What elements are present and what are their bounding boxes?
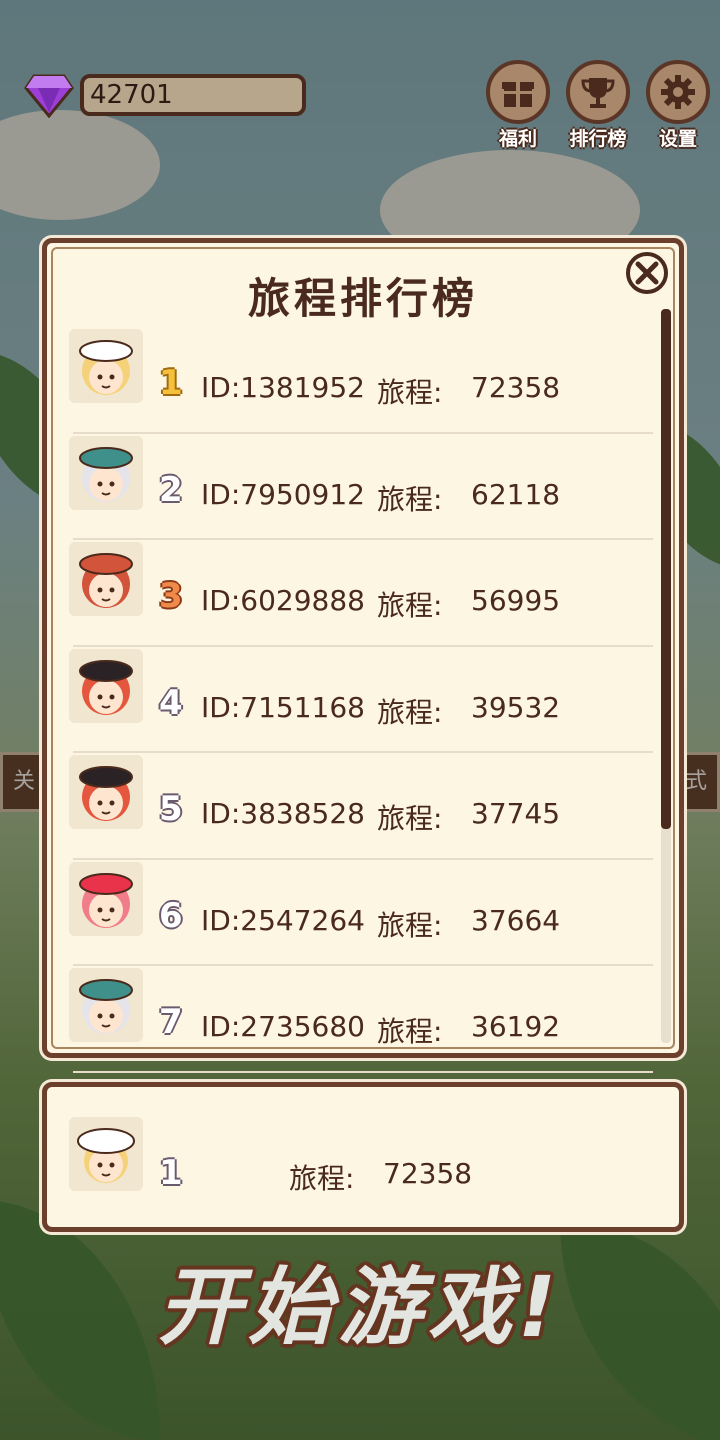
leaderboard-row[interactable]: 1 ID:1381952 旅程: 72358 <box>47 327 667 434</box>
rank-number: 2 <box>159 469 183 510</box>
leaderboard-label: 排行榜 <box>569 128 627 150</box>
player-avatar <box>69 755 143 829</box>
gear-icon <box>661 75 695 109</box>
distance-value: 37664 <box>471 903 561 937</box>
distance-label: 旅程: <box>377 802 443 835</box>
rank-number: 5 <box>159 789 183 829</box>
distance-label: 旅程: <box>377 589 443 622</box>
row-divider <box>73 1070 653 1073</box>
my-distance-value: 72358 <box>383 1157 473 1190</box>
start-game-button[interactable]: 开始游戏! <box>0 1240 720 1361</box>
player-avatar <box>69 968 143 1042</box>
welfare-button[interactable]: 福利 <box>486 60 550 151</box>
player-id: ID:3838528 <box>201 797 365 830</box>
my-avatar <box>69 1117 143 1191</box>
distance-value: 39532 <box>471 690 561 724</box>
player-id: ID:1381952 <box>201 371 365 404</box>
leaderboard-button[interactable]: 排行榜 <box>566 60 630 151</box>
player-avatar <box>69 542 143 616</box>
leaderboard-row[interactable]: 5 ID:3838528 旅程: 37745 <box>47 753 667 860</box>
distance-value: 36192 <box>471 1010 561 1043</box>
distance-label: 旅程: <box>377 376 443 409</box>
panel-title: 旅程排行榜 <box>247 274 478 323</box>
player-id: ID:2547264 <box>201 903 365 937</box>
distance-value: 62118 <box>471 477 561 511</box>
leaderboard-row[interactable]: 2 ID:7950912 旅程: 62118 <box>47 434 667 540</box>
player-id: ID:7151168 <box>201 690 365 724</box>
distance-label: 旅程: <box>377 908 443 942</box>
distance-value: 72358 <box>471 371 561 404</box>
rank-number: 4 <box>159 682 183 723</box>
distance-value: 37745 <box>471 797 561 830</box>
welfare-label: 福利 <box>498 128 537 150</box>
distance-value: 56995 <box>471 584 561 617</box>
leaderboard-panel: 旅程排行榜 1 ID:1381952 旅程: 72358 2 ID:7950912 旅程: 6… <box>42 238 684 1073</box>
leaderboard-list[interactable]: 1 ID:1381952 旅程: 72358 2 ID:7950912 旅程: 62118 3 I… <box>47 327 667 1073</box>
player-avatar <box>69 648 143 723</box>
distance-label: 旅程: <box>377 1015 443 1048</box>
leaderboard-row[interactable]: 4 ID:7151168 旅程: 39532 <box>47 647 667 753</box>
distance-label: 旅程: <box>377 695 443 729</box>
gift-icon <box>502 82 534 107</box>
rank-number: 7 <box>159 1002 183 1042</box>
settings-label: 设置 <box>658 128 697 150</box>
gem-icon <box>24 74 74 118</box>
my-distance-label: 旅程: <box>289 1162 355 1195</box>
trophy-icon <box>581 78 615 108</box>
my-rank-card: 1 旅程: 72358 <box>42 1082 684 1232</box>
rank-number: 1 <box>159 363 183 403</box>
player-avatar <box>69 861 143 936</box>
distance-label: 旅程: <box>377 482 443 516</box>
rank-number: 6 <box>159 895 183 936</box>
leaderboard-row[interactable]: 6 ID:2547264 旅程: 37664 <box>47 860 667 966</box>
player-avatar <box>69 435 143 510</box>
my-rank-number: 1 <box>159 1153 183 1193</box>
currency-bar: 42701 <box>24 72 306 118</box>
player-id: ID:2735680 <box>201 1010 365 1043</box>
player-avatar <box>69 329 143 403</box>
leaderboard-row[interactable]: 7 ID:2735680 旅程: 36192 <box>47 966 667 1073</box>
leaderboard-row[interactable]: 3 ID:6029888 旅程: 56995 <box>47 540 667 647</box>
rank-number: 3 <box>159 576 183 616</box>
player-id: ID:6029888 <box>201 584 365 617</box>
player-id: ID:7950912 <box>201 477 365 511</box>
close-icon[interactable] <box>625 251 669 295</box>
currency-value: 42701 <box>80 74 306 116</box>
settings-button[interactable]: 设置 <box>646 60 710 151</box>
